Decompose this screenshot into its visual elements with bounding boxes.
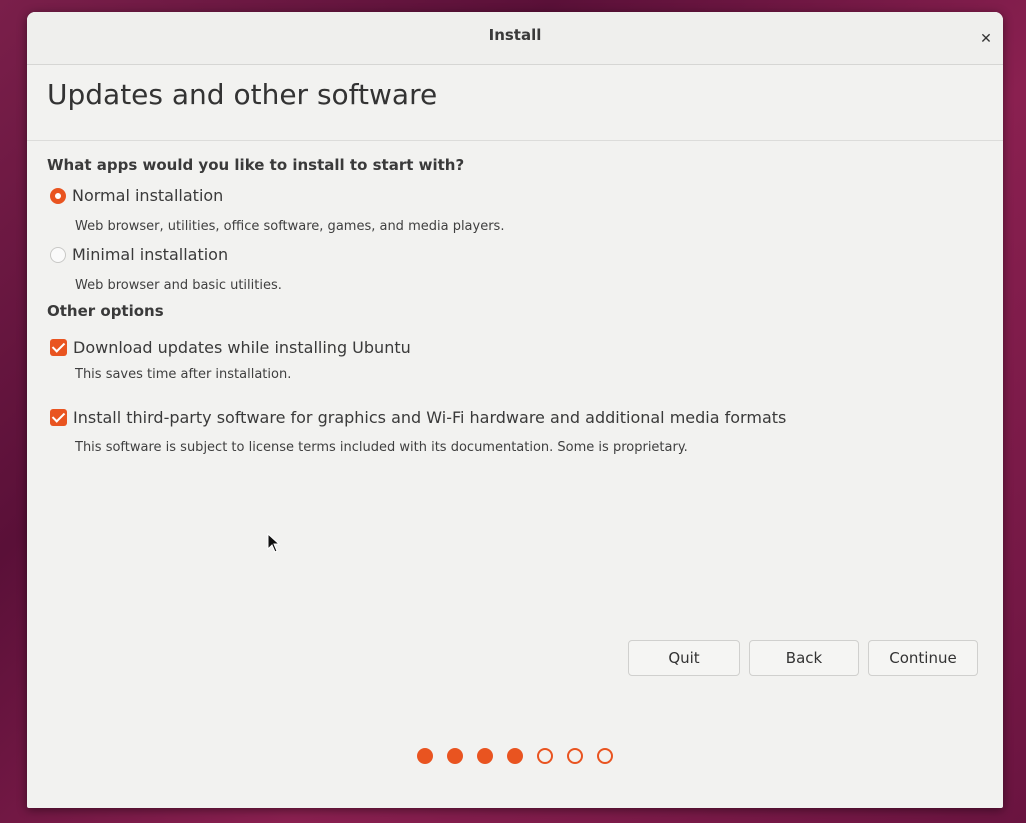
checkbox-download-updates[interactable]: Download updates while installing Ubuntu [50,338,411,357]
progress-dot-pending [597,748,613,764]
option-description: This software is subject to license term… [75,440,688,455]
option-description: Web browser and basic utilities. [75,278,282,293]
option-label: Normal installation [72,186,224,205]
checkbox-third-party-software[interactable]: Install third-party software for graphic… [50,408,786,427]
page-title: Updates and other software [47,78,438,111]
radio-minimal-installation[interactable]: Minimal installation [50,245,228,264]
option-description: This saves time after installation. [75,367,292,382]
progress-dot-pending [567,748,583,764]
continue-button[interactable]: Continue [868,640,978,676]
radio-button[interactable] [50,246,66,263]
checkbox-checked[interactable] [50,409,67,426]
quit-button[interactable]: Quit [628,640,740,676]
progress-dot-complete [507,748,523,764]
progress-dot-complete [447,748,463,764]
progress-dot-complete [417,748,433,764]
option-label: Download updates while installing Ubuntu [73,338,411,357]
option-label: Minimal installation [72,245,229,264]
header-divider [27,140,1003,141]
window-title: Install [488,26,542,44]
radio-button-selected[interactable] [50,187,66,204]
progress-dot-complete [477,748,493,764]
option-label: Install third-party software for graphic… [73,408,787,427]
close-icon[interactable]: ✕ [979,32,993,46]
checkbox-checked[interactable] [50,339,67,356]
progress-dot-pending [537,748,553,764]
other-options-heading: Other options [47,302,164,320]
option-description: Web browser, utilities, office software,… [75,219,505,234]
step-progress-indicator [417,748,613,764]
back-button[interactable]: Back [749,640,859,676]
radio-normal-installation[interactable]: Normal installation [50,186,223,205]
apps-section-heading: What apps would you like to install to s… [47,156,465,174]
mouse-pointer-icon [267,533,281,553]
titlebar: Install ✕ [27,12,1003,65]
installer-window: Install ✕ Updates and other software Wha… [27,12,1003,808]
